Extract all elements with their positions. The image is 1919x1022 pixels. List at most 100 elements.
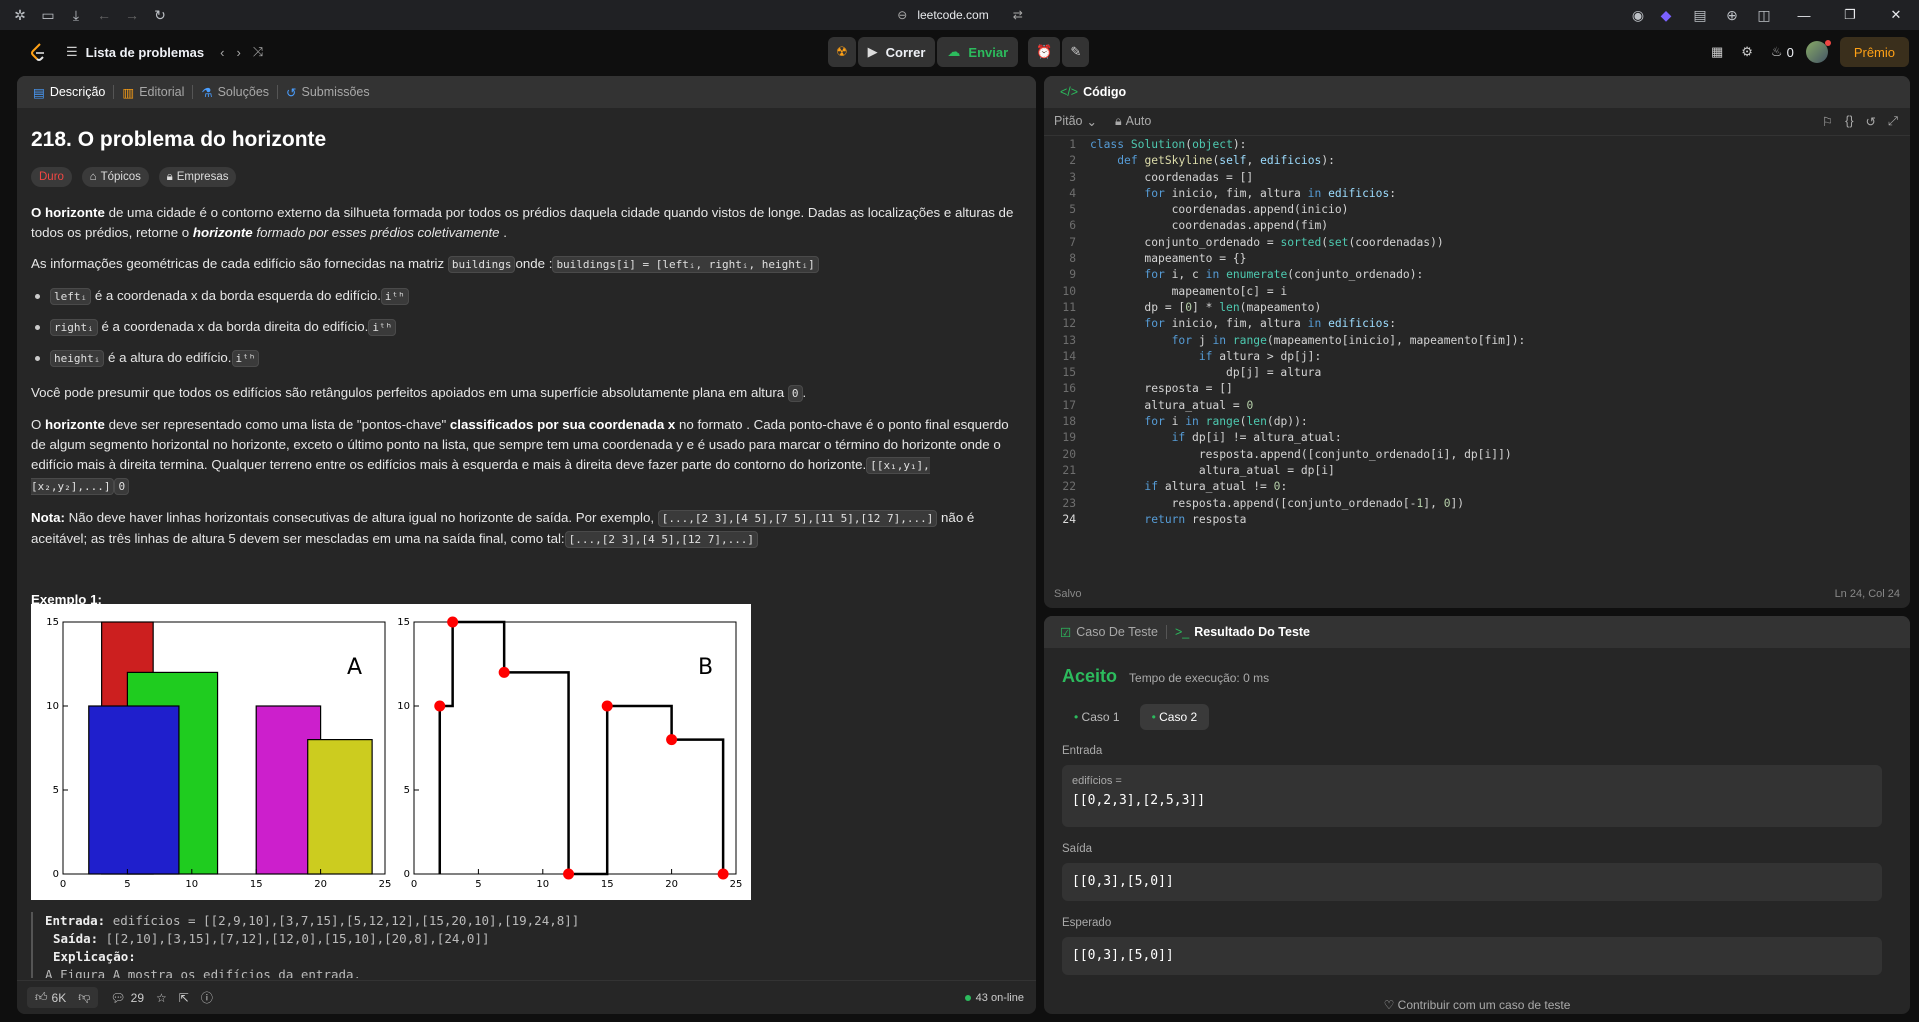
code-line[interactable]: 4 for inicio, fim, altura in edificios: (1044, 187, 1910, 203)
help-icon[interactable]: ⓘ (201, 989, 213, 1006)
app-logo-icon[interactable]: ✲ (6, 1, 34, 29)
bookmark-icon[interactable]: ⚐ (1822, 114, 1833, 129)
code-line[interactable]: 3 coordenadas = [] (1044, 171, 1910, 187)
input-label: Entrada (1062, 745, 1103, 757)
problem-title[interactable]: 218. O problema do horizonte (31, 126, 1021, 154)
code-line[interactable]: 20 resposta.append([conjunto_ordenado[i]… (1044, 448, 1910, 464)
cursor-position: Ln 24, Col 24 (1834, 588, 1900, 600)
x-tick-label: 5 (475, 879, 481, 890)
line-number: 23 (1062, 496, 1076, 510)
code-line[interactable]: 10 mapeamento[c] = i (1044, 285, 1910, 301)
minimize-icon[interactable]: — (1781, 0, 1827, 30)
close-window-icon[interactable]: ✕ (1873, 0, 1919, 30)
code-line[interactable]: 7 conjunto_ordenado = sorted(set(coorden… (1044, 236, 1910, 252)
code-text: for i, c in enumerate(conjunto_ordenado)… (1144, 268, 1424, 282)
tab-test-result[interactable]: >_ Resultado Do Teste (1167, 616, 1318, 648)
tab-solutions[interactable]: ⚗ Soluções (193, 76, 277, 108)
y-tick-label: 5 (404, 785, 410, 796)
line-number: 17 (1062, 398, 1076, 412)
input-variable: edifícios = (1072, 775, 1122, 787)
next-problem-button[interactable]: › (230, 37, 246, 67)
tab-editorial[interactable]: ▥ Editorial (114, 76, 192, 108)
tab-code[interactable]: </> Código (1052, 76, 1134, 108)
fullscreen-icon[interactable]: ⤢ (1888, 114, 1898, 129)
forward-icon[interactable]: → (118, 1, 146, 29)
submit-button[interactable]: ☁ Enviar (937, 37, 1019, 67)
timer-button[interactable]: ⏰ (1028, 37, 1061, 67)
case-2-button[interactable]: • Caso 2 (1139, 704, 1210, 730)
code-line[interactable]: 8 mapeamento = {} (1044, 252, 1910, 268)
code-line[interactable]: 15 dp[j] = altura (1044, 366, 1910, 382)
mode-indicator[interactable]: 🔒︎ Auto (1115, 114, 1151, 129)
code-line[interactable]: 12 for inicio, fim, altura in edificios: (1044, 317, 1910, 333)
format-code-icon[interactable]: {} (1845, 114, 1853, 129)
notes-button[interactable]: ✎ (1062, 37, 1090, 67)
code-text: return resposta (1144, 512, 1247, 526)
tab-description[interactable]: ▤ Descrição (25, 76, 113, 108)
code-line[interactable]: 9 for i, c in enumerate(conjunto_ordenad… (1044, 268, 1910, 284)
reload-icon[interactable]: ↻ (146, 1, 174, 29)
random-problem-button[interactable]: ⤨ (247, 37, 269, 67)
leetcode-logo-icon[interactable] (24, 38, 52, 66)
bold-term: O horizonte (31, 205, 105, 220)
case-1-button[interactable]: • Caso 1 (1062, 704, 1132, 730)
comments-button[interactable]: 💬︎ 29 (110, 991, 144, 1005)
avatar[interactable] (1805, 40, 1831, 63)
share-icon[interactable]: ⇱ (179, 991, 189, 1005)
code-line[interactable]: 18 for i in range(len(dp)): (1044, 415, 1910, 431)
address-bar[interactable]: ⊖ leetcode.com ⇄ (860, 6, 1060, 24)
language-select[interactable]: Pitão ⌄ (1054, 114, 1097, 129)
code-line[interactable]: 14 if altura > dp[j]: (1044, 350, 1910, 366)
result-status-row: Aceito Tempo de execução: 0 ms (1062, 666, 1269, 687)
streak-counter[interactable]: ♨ 0 (1765, 37, 1800, 67)
topics-tag[interactable]: ⌂ Tópicos (81, 167, 149, 187)
companies-tag[interactable]: 🔒︎ Empresas (158, 167, 237, 187)
code-line[interactable]: 24 return resposta (1044, 513, 1910, 529)
premium-button[interactable]: Prêmio (1839, 37, 1909, 67)
line-number: 5 (1069, 203, 1076, 217)
problem-list-button[interactable]: ☰ Lista de problemas (56, 37, 214, 67)
site-settings-icon[interactable]: ⇄ (1013, 8, 1023, 22)
like-button[interactable]: 👍︎ 6K 👎︎ (27, 987, 99, 1008)
back-icon[interactable]: ← (90, 1, 118, 29)
download-icon[interactable]: ⤓ (62, 1, 90, 29)
paragraph-intro: O horizonte de uma cidade é o contorno e… (31, 203, 1021, 243)
extension2-icon[interactable]: ◆ (1652, 1, 1680, 29)
restore-icon[interactable]: ❐ (1827, 0, 1873, 30)
tab-testcase[interactable]: ☑ Caso De Teste (1052, 616, 1166, 648)
code-line[interactable]: 2 def getSkyline(self, edificios): (1044, 154, 1910, 170)
like-count: 6K (51, 990, 67, 1005)
code-line[interactable]: 1 class Solution(object): (1044, 138, 1910, 154)
prev-problem-button[interactable]: ‹ (214, 37, 230, 67)
star-icon[interactable]: ☆ (156, 991, 167, 1005)
code-line[interactable]: 19 if dp[i] != altura_atual: (1044, 431, 1910, 447)
settings-icon[interactable]: ⚙ (1735, 37, 1759, 67)
globe-icon[interactable]: ⊕ (1718, 1, 1746, 29)
media-icon[interactable]: ▤ (1686, 1, 1714, 29)
contribute-testcase-link[interactable]: ♡ Contribuir com um caso de teste (1044, 998, 1910, 1012)
code-line[interactable]: 5 coordenadas.append(inicio) (1044, 203, 1910, 219)
layout-icon[interactable]: ▦ (1705, 37, 1729, 67)
debug-button[interactable]: ☢ (828, 37, 856, 67)
thumbs-down-icon[interactable]: 👎︎ (78, 990, 90, 1005)
extension-icon[interactable]: ◉ (1624, 1, 1652, 29)
code-line[interactable]: 16 resposta = [] (1044, 382, 1910, 398)
thumbs-up-icon: 👍︎ (35, 990, 48, 1004)
y-tick-label: 5 (53, 785, 59, 796)
split-view-icon[interactable]: ◫ (1750, 1, 1778, 29)
online-count: 43 on-line (975, 991, 1024, 1004)
y-tick-label: 15 (397, 617, 410, 628)
reset-code-icon[interactable]: ↺ (1866, 114, 1876, 129)
sidebar-toggle-icon[interactable]: ▭ (34, 1, 62, 29)
tab-submissions[interactable]: ↺ Submissões (278, 76, 378, 108)
code-panel: </> Código Pitão ⌄ 🔒︎ Auto ⚐ {} ↺ ⤢ 1 class … (1044, 76, 1910, 608)
code-line[interactable]: 13 for j in range(mapeamento[inicio], ma… (1044, 334, 1910, 350)
code-line[interactable]: 11 dp = [0] * len(mapeamento) (1044, 301, 1910, 317)
code-line[interactable]: 21 altura_atual = dp[i] (1044, 464, 1910, 480)
code-editor[interactable]: 1 class Solution(object): 2 def getSkyline… (1044, 138, 1910, 578)
run-button[interactable]: ▶ Correr (857, 37, 936, 67)
code-line[interactable]: 23 resposta.append([conjunto_ordenado[-1… (1044, 497, 1910, 513)
code-line[interactable]: 17 altura_atual = 0 (1044, 399, 1910, 415)
code-line[interactable]: 6 coordenadas.append(fim) (1044, 219, 1910, 235)
code-line[interactable]: 22 if altura_atual != 0: (1044, 480, 1910, 496)
